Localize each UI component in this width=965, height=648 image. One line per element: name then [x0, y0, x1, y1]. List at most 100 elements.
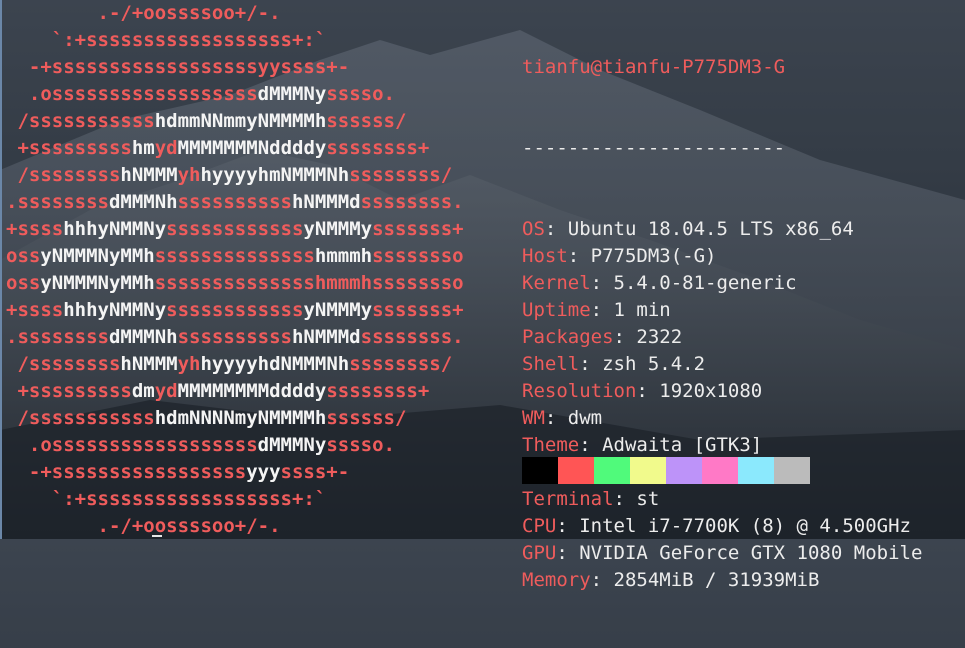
logo-segment: +ssss: [6, 299, 64, 321]
text-cursor: [152, 535, 162, 537]
logo-segment: ssssssss.: [360, 191, 464, 213]
logo-segment: yNMMMy: [303, 299, 373, 321]
info-key: Memory: [522, 569, 591, 591]
logo-segment: ssssss/: [326, 407, 407, 429]
logo-line: /ssssssssssshdmNNNNmyNMMMMhssssss/: [6, 405, 464, 432]
logo-segment: dMMMNy: [257, 83, 327, 105]
logo-segment: -+sssssssssssssssss: [6, 461, 247, 483]
logo-line: +ssssssssshmydMMMMMMMNddddyssssssss+: [6, 135, 464, 162]
logo-segment: ssssssssssssss: [154, 245, 315, 267]
logo-segment: yNMMMNyMMh: [40, 272, 155, 294]
logo-segment: .ossssssssssssssssss: [6, 83, 258, 105]
logo-segment: .-/+oossssoo+/-.: [6, 2, 281, 24]
info-value: 2854MiB / 31939MiB: [613, 569, 820, 591]
color-swatch: [702, 457, 738, 484]
logo-segment: /sssssssssss: [6, 407, 155, 429]
info-row-terminal: Terminal: st: [522, 488, 660, 510]
logo-segment: yd: [154, 380, 178, 402]
logo-segment: hm: [131, 137, 155, 159]
info-key: Kernel: [522, 272, 591, 294]
logo-segment: ssssssssssss: [166, 299, 304, 321]
logo-segment: yNMMMy: [303, 218, 373, 240]
logo-segment: yyy: [246, 461, 281, 483]
logo-segment: oss: [6, 245, 41, 267]
logo-segment: /ssssssss: [6, 164, 121, 186]
info-row-packages: Packages: 2322: [522, 326, 683, 348]
logo-line: .ossssssssssssssssssdMMMNysssso.: [6, 432, 464, 459]
info-row-cpu: CPU: Intel i7-7700K (8) @ 4.500GHz: [522, 515, 911, 537]
logo-segment: /ssssssss: [6, 353, 121, 375]
color-swatch: [666, 457, 702, 484]
info-value: 2322: [636, 326, 683, 348]
logo-segment: ssssssss.: [360, 326, 464, 348]
info-key: Packages: [522, 326, 614, 348]
logo-line: +sssshhhyNMMNyssssssssssssyNMMMysssssss+: [6, 216, 464, 243]
logo-line: .ossssssssssssssssssdMMMNysssso.: [6, 81, 464, 108]
info-row-gpu: GPU: NVIDIA GeForce GTX 1080 Mobile: [522, 542, 923, 564]
logo-segment: sssssssssssssshmmmhssssssso: [154, 272, 464, 294]
logo-line: /ssssssssssshdmmNNmmyNMMMMhssssss/: [6, 108, 464, 135]
logo-segment: hNMMM: [120, 164, 178, 186]
info-value: st: [636, 488, 660, 510]
user-host-title: tianfu@tianfu-P775DM3-G: [522, 56, 786, 78]
logo-segment: yh: [177, 353, 201, 375]
info-key: Resolution: [522, 380, 637, 402]
info-row-kernel: Kernel: 5.4.0-81-generic: [522, 272, 797, 294]
logo-segment: dMMMNy: [257, 434, 327, 456]
info-value: zsh 5.4.2: [602, 353, 706, 375]
logo-segment: hNMMMd: [291, 326, 361, 348]
info-key: Uptime: [522, 299, 591, 321]
logo-segment: hNMMMd: [291, 191, 361, 213]
logo-line: .ssssssssdMMMNhsssssssssshNMMMdssssssss.: [6, 189, 464, 216]
logo-segment: .-/+oossssoo+/-.: [6, 515, 281, 537]
logo-line: ossyNMMMNyMMhsssssssssssssshmmmhssssssso: [6, 270, 464, 297]
logo-line: +sssssssssdmydMMMMMMMMddddyssssssss+: [6, 378, 464, 405]
info-row-shell: Shell: zsh 5.4.2: [522, 353, 706, 375]
info-row-host: Host: P775DM3(-G): [522, 245, 717, 267]
logo-segment: dMMMNh: [108, 326, 178, 348]
info-key: CPU: [522, 515, 557, 537]
logo-line: -+ssssssssssssssssssyyssss+-: [6, 54, 464, 81]
info-key: Theme: [522, 434, 580, 456]
terminal-window[interactable]: .-/+oossssoo+/-. `:+ssssssssssssssssss+:…: [0, 0, 965, 591]
color-swatch: [558, 457, 594, 484]
info-key: WM: [522, 407, 545, 429]
logo-segment: +sssssssss: [6, 137, 132, 159]
info-value: 1 min: [613, 299, 671, 321]
logo-segment: hNMMM: [120, 353, 178, 375]
logo-segment: .ssssssss: [6, 191, 109, 213]
logo-segment: hyyyyhdNMMMNh: [200, 353, 350, 375]
logo-segment: sssso.: [326, 434, 395, 456]
logo-segment: hhhyNMMNy: [63, 218, 167, 240]
info-row-resolution: Resolution: 1920x1080: [522, 380, 763, 402]
logo-segment: .ssssssss: [6, 326, 109, 348]
logo-segment: oss: [6, 272, 41, 294]
logo-line: -+sssssssssssssssssyyyssss+-: [6, 459, 464, 486]
logo-line: .-/+oossssoo+/-.: [6, 0, 464, 27]
logo-segment: dm: [131, 380, 155, 402]
info-key: Host: [522, 245, 568, 267]
logo-segment: ssssss/: [326, 110, 407, 132]
color-swatch: [738, 457, 774, 484]
logo-segment: ssss+-: [280, 461, 350, 483]
logo-segment: yd: [154, 137, 178, 159]
logo-segment: ssssssssssss: [166, 218, 304, 240]
logo-segment: `:+ssssssssssssssssss+:`: [6, 488, 327, 510]
logo-line: .ssssssssdMMMNhsssssssssshNMMMdssssssss.: [6, 324, 464, 351]
logo-segment: ssssssss/: [349, 353, 453, 375]
separator-line: -----------------------: [522, 137, 786, 159]
info-key: Shell: [522, 353, 580, 375]
info-value: NVIDIA GeForce GTX 1080 Mobile: [579, 542, 923, 564]
info-value: 5.4.0-81-generic: [613, 272, 797, 294]
distro-ascii-logo: .-/+oossssoo+/-. `:+ssssssssssssssssss+:…: [6, 0, 464, 540]
logo-segment: hyyyyhmNMMMNh: [200, 164, 350, 186]
info-value: Adwaita [GTK3]: [602, 434, 763, 456]
logo-segment: /sssssssssss: [6, 110, 155, 132]
logo-segment: -+ssssssssssssssssssyyssss+-: [6, 56, 350, 78]
info-row-wm: WM: dwm: [522, 407, 603, 429]
logo-segment: ssssssss/: [349, 164, 453, 186]
logo-line: `:+ssssssssssssssssss+:`: [6, 27, 464, 54]
logo-line: `:+ssssssssssssssssss+:`: [6, 486, 464, 513]
logo-line: /sssssssshNMMMyhhyyyyhmNMMMNhssssssss/: [6, 162, 464, 189]
color-palette: [522, 457, 810, 484]
